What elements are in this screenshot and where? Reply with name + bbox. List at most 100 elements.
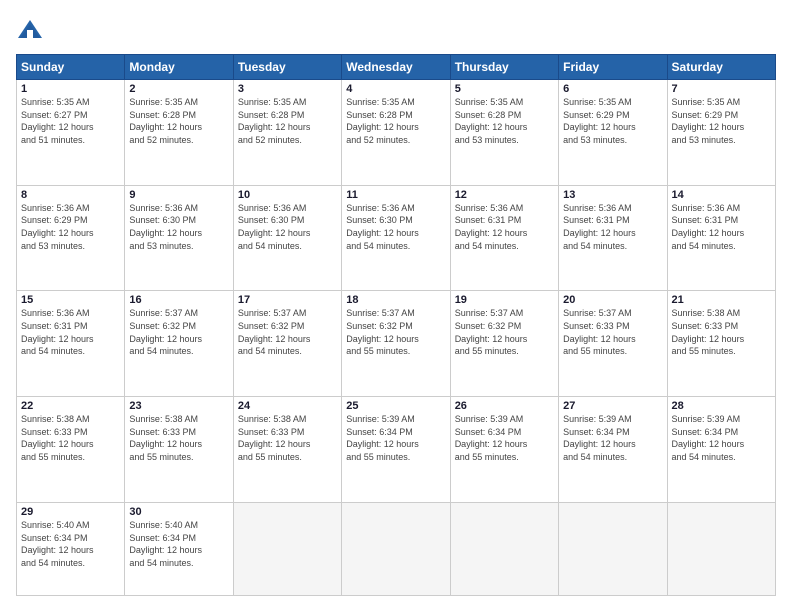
calendar-cell: 28Sunrise: 5:39 AMSunset: 6:34 PMDayligh…	[667, 397, 775, 503]
day-info: Sunrise: 5:35 AMSunset: 6:28 PMDaylight:…	[238, 96, 337, 146]
calendar-cell: 15Sunrise: 5:36 AMSunset: 6:31 PMDayligh…	[17, 291, 125, 397]
day-number: 14	[672, 189, 771, 201]
day-number: 29	[21, 506, 120, 518]
day-info: Sunrise: 5:38 AMSunset: 6:33 PMDaylight:…	[129, 413, 228, 463]
calendar-cell: 17Sunrise: 5:37 AMSunset: 6:32 PMDayligh…	[233, 291, 341, 397]
day-number: 8	[21, 189, 120, 201]
day-info: Sunrise: 5:36 AMSunset: 6:31 PMDaylight:…	[455, 202, 554, 252]
day-info: Sunrise: 5:36 AMSunset: 6:30 PMDaylight:…	[238, 202, 337, 252]
day-info: Sunrise: 5:37 AMSunset: 6:32 PMDaylight:…	[455, 307, 554, 357]
day-number: 7	[672, 83, 771, 95]
calendar-cell: 2Sunrise: 5:35 AMSunset: 6:28 PMDaylight…	[125, 80, 233, 186]
day-header-thursday: Thursday	[450, 55, 558, 80]
day-number: 10	[238, 189, 337, 201]
day-info: Sunrise: 5:39 AMSunset: 6:34 PMDaylight:…	[672, 413, 771, 463]
calendar-cell: 11Sunrise: 5:36 AMSunset: 6:30 PMDayligh…	[342, 185, 450, 291]
day-info: Sunrise: 5:39 AMSunset: 6:34 PMDaylight:…	[346, 413, 445, 463]
day-info: Sunrise: 5:36 AMSunset: 6:31 PMDaylight:…	[672, 202, 771, 252]
day-info: Sunrise: 5:35 AMSunset: 6:29 PMDaylight:…	[563, 96, 662, 146]
calendar-cell: 24Sunrise: 5:38 AMSunset: 6:33 PMDayligh…	[233, 397, 341, 503]
day-header-sunday: Sunday	[17, 55, 125, 80]
calendar-cell: 21Sunrise: 5:38 AMSunset: 6:33 PMDayligh…	[667, 291, 775, 397]
day-number: 2	[129, 83, 228, 95]
calendar-cell: 10Sunrise: 5:36 AMSunset: 6:30 PMDayligh…	[233, 185, 341, 291]
day-number: 28	[672, 400, 771, 412]
calendar-week-1: 1Sunrise: 5:35 AMSunset: 6:27 PMDaylight…	[17, 80, 776, 186]
day-info: Sunrise: 5:35 AMSunset: 6:28 PMDaylight:…	[346, 96, 445, 146]
calendar-week-4: 22Sunrise: 5:38 AMSunset: 6:33 PMDayligh…	[17, 397, 776, 503]
day-number: 22	[21, 400, 120, 412]
day-info: Sunrise: 5:35 AMSunset: 6:28 PMDaylight:…	[455, 96, 554, 146]
calendar-cell: 9Sunrise: 5:36 AMSunset: 6:30 PMDaylight…	[125, 185, 233, 291]
day-info: Sunrise: 5:35 AMSunset: 6:27 PMDaylight:…	[21, 96, 120, 146]
day-info: Sunrise: 5:35 AMSunset: 6:29 PMDaylight:…	[672, 96, 771, 146]
logo-icon	[16, 16, 44, 44]
day-number: 13	[563, 189, 662, 201]
day-header-wednesday: Wednesday	[342, 55, 450, 80]
calendar-week-3: 15Sunrise: 5:36 AMSunset: 6:31 PMDayligh…	[17, 291, 776, 397]
day-info: Sunrise: 5:36 AMSunset: 6:31 PMDaylight:…	[563, 202, 662, 252]
calendar-cell: 6Sunrise: 5:35 AMSunset: 6:29 PMDaylight…	[559, 80, 667, 186]
day-header-friday: Friday	[559, 55, 667, 80]
calendar-cell: 20Sunrise: 5:37 AMSunset: 6:33 PMDayligh…	[559, 291, 667, 397]
day-number: 21	[672, 294, 771, 306]
calendar-cell: 1Sunrise: 5:35 AMSunset: 6:27 PMDaylight…	[17, 80, 125, 186]
day-info: Sunrise: 5:37 AMSunset: 6:32 PMDaylight:…	[238, 307, 337, 357]
day-info: Sunrise: 5:36 AMSunset: 6:30 PMDaylight:…	[129, 202, 228, 252]
calendar-cell	[233, 502, 341, 595]
calendar-cell	[342, 502, 450, 595]
day-info: Sunrise: 5:38 AMSunset: 6:33 PMDaylight:…	[672, 307, 771, 357]
calendar-cell: 30Sunrise: 5:40 AMSunset: 6:34 PMDayligh…	[125, 502, 233, 595]
day-number: 17	[238, 294, 337, 306]
calendar-table: SundayMondayTuesdayWednesdayThursdayFrid…	[16, 54, 776, 596]
day-number: 26	[455, 400, 554, 412]
day-number: 1	[21, 83, 120, 95]
calendar-cell: 14Sunrise: 5:36 AMSunset: 6:31 PMDayligh…	[667, 185, 775, 291]
calendar-cell: 7Sunrise: 5:35 AMSunset: 6:29 PMDaylight…	[667, 80, 775, 186]
day-info: Sunrise: 5:39 AMSunset: 6:34 PMDaylight:…	[455, 413, 554, 463]
day-number: 20	[563, 294, 662, 306]
day-info: Sunrise: 5:37 AMSunset: 6:33 PMDaylight:…	[563, 307, 662, 357]
day-number: 6	[563, 83, 662, 95]
day-info: Sunrise: 5:40 AMSunset: 6:34 PMDaylight:…	[129, 519, 228, 569]
page: SundayMondayTuesdayWednesdayThursdayFrid…	[0, 0, 792, 612]
calendar-week-5: 29Sunrise: 5:40 AMSunset: 6:34 PMDayligh…	[17, 502, 776, 595]
day-header-monday: Monday	[125, 55, 233, 80]
day-number: 23	[129, 400, 228, 412]
calendar-header-row: SundayMondayTuesdayWednesdayThursdayFrid…	[17, 55, 776, 80]
calendar-cell: 5Sunrise: 5:35 AMSunset: 6:28 PMDaylight…	[450, 80, 558, 186]
day-info: Sunrise: 5:38 AMSunset: 6:33 PMDaylight:…	[21, 413, 120, 463]
calendar-cell	[667, 502, 775, 595]
calendar-week-2: 8Sunrise: 5:36 AMSunset: 6:29 PMDaylight…	[17, 185, 776, 291]
calendar-cell: 4Sunrise: 5:35 AMSunset: 6:28 PMDaylight…	[342, 80, 450, 186]
day-number: 19	[455, 294, 554, 306]
day-number: 18	[346, 294, 445, 306]
day-header-saturday: Saturday	[667, 55, 775, 80]
day-info: Sunrise: 5:37 AMSunset: 6:32 PMDaylight:…	[129, 307, 228, 357]
day-number: 27	[563, 400, 662, 412]
calendar-cell: 16Sunrise: 5:37 AMSunset: 6:32 PMDayligh…	[125, 291, 233, 397]
calendar-cell: 12Sunrise: 5:36 AMSunset: 6:31 PMDayligh…	[450, 185, 558, 291]
day-info: Sunrise: 5:36 AMSunset: 6:29 PMDaylight:…	[21, 202, 120, 252]
day-header-tuesday: Tuesday	[233, 55, 341, 80]
day-number: 11	[346, 189, 445, 201]
calendar-cell: 26Sunrise: 5:39 AMSunset: 6:34 PMDayligh…	[450, 397, 558, 503]
day-info: Sunrise: 5:40 AMSunset: 6:34 PMDaylight:…	[21, 519, 120, 569]
day-info: Sunrise: 5:36 AMSunset: 6:31 PMDaylight:…	[21, 307, 120, 357]
day-info: Sunrise: 5:38 AMSunset: 6:33 PMDaylight:…	[238, 413, 337, 463]
calendar-cell: 13Sunrise: 5:36 AMSunset: 6:31 PMDayligh…	[559, 185, 667, 291]
day-number: 15	[21, 294, 120, 306]
day-number: 16	[129, 294, 228, 306]
day-info: Sunrise: 5:35 AMSunset: 6:28 PMDaylight:…	[129, 96, 228, 146]
day-number: 30	[129, 506, 228, 518]
day-info: Sunrise: 5:36 AMSunset: 6:30 PMDaylight:…	[346, 202, 445, 252]
logo	[16, 16, 48, 44]
header	[16, 16, 776, 44]
day-number: 5	[455, 83, 554, 95]
day-number: 12	[455, 189, 554, 201]
calendar-cell: 25Sunrise: 5:39 AMSunset: 6:34 PMDayligh…	[342, 397, 450, 503]
day-number: 4	[346, 83, 445, 95]
day-info: Sunrise: 5:39 AMSunset: 6:34 PMDaylight:…	[563, 413, 662, 463]
calendar-cell: 8Sunrise: 5:36 AMSunset: 6:29 PMDaylight…	[17, 185, 125, 291]
calendar-cell: 3Sunrise: 5:35 AMSunset: 6:28 PMDaylight…	[233, 80, 341, 186]
